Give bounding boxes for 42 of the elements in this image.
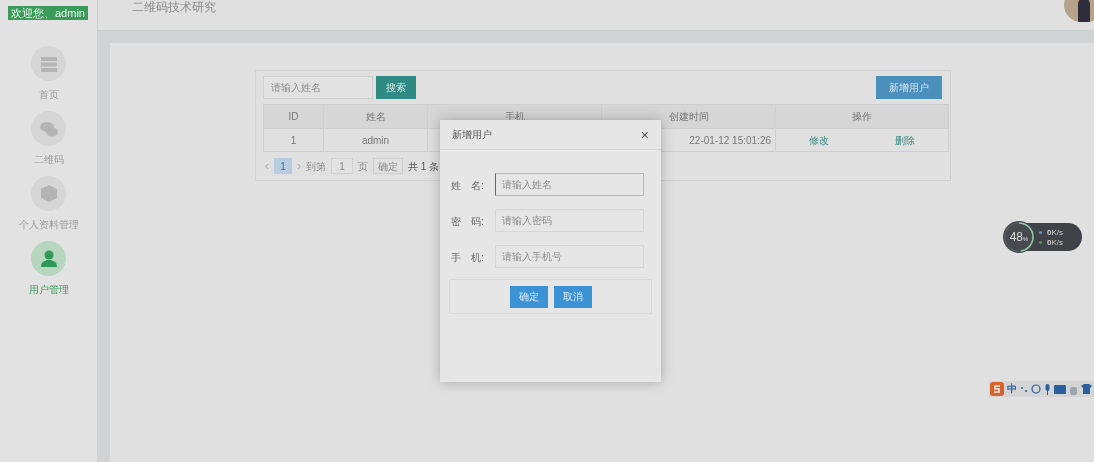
- keyboard-icon[interactable]: [1054, 384, 1066, 394]
- add-user-button[interactable]: 新增用户: [876, 76, 942, 99]
- next-page-button[interactable]: ›: [297, 157, 301, 175]
- page-title: 二维码技术研究: [132, 0, 216, 14]
- page-unit-label: 页: [358, 159, 368, 174]
- search-button[interactable]: 搜索: [376, 76, 416, 99]
- field-label: 机:: [471, 252, 484, 263]
- shirt-icon[interactable]: [1081, 384, 1092, 394]
- microphone-icon[interactable]: [1044, 383, 1051, 395]
- page-button[interactable]: 1: [274, 158, 292, 174]
- cancel-button[interactable]: 取消: [553, 285, 592, 308]
- goto-label: 到第: [306, 159, 326, 174]
- edit-link[interactable]: 修改: [809, 132, 829, 148]
- table-cell: 22-01-12 15:01:26: [689, 134, 771, 146]
- field-label: 名:: [471, 180, 484, 191]
- punctuation-icon[interactable]: [1020, 385, 1028, 393]
- column-header: 操作: [775, 104, 949, 129]
- field-label: 姓: [451, 180, 461, 191]
- ime-logo-icon[interactable]: [990, 382, 1004, 396]
- dialog-title: 新增用户: [452, 128, 492, 142]
- confirm-button[interactable]: 确定: [509, 285, 548, 308]
- column-header: 姓名: [323, 104, 428, 129]
- total-count: 共 1 条: [408, 159, 440, 174]
- table-cell: 1: [263, 128, 324, 152]
- delete-link[interactable]: 删除: [895, 132, 915, 148]
- speed-reading: 0K/s: [1047, 227, 1063, 237]
- speed-reading: 0K/s: [1047, 237, 1063, 247]
- welcome-label: 欢迎您、admin: [8, 6, 88, 20]
- input-field[interactable]: 请输入密码: [495, 208, 644, 232]
- ime-mode[interactable]: 中: [1007, 384, 1017, 394]
- column-header: ID: [263, 104, 324, 129]
- input-field[interactable]: 请输入姓名: [495, 172, 644, 196]
- field-label: 手: [451, 252, 461, 263]
- prev-page-button[interactable]: ‹: [265, 157, 269, 175]
- field-label: 码:: [471, 216, 484, 227]
- page-number-field[interactable]: 1: [331, 158, 353, 174]
- field-label: 密: [451, 216, 461, 227]
- close-button[interactable]: ×: [640, 127, 649, 142]
- table-cell: admin: [323, 128, 428, 152]
- search-field[interactable]: 请输入姓名: [263, 76, 373, 99]
- confirm-page-button[interactable]: 确定: [373, 158, 403, 174]
- input-field[interactable]: 请输入手机号: [495, 244, 644, 268]
